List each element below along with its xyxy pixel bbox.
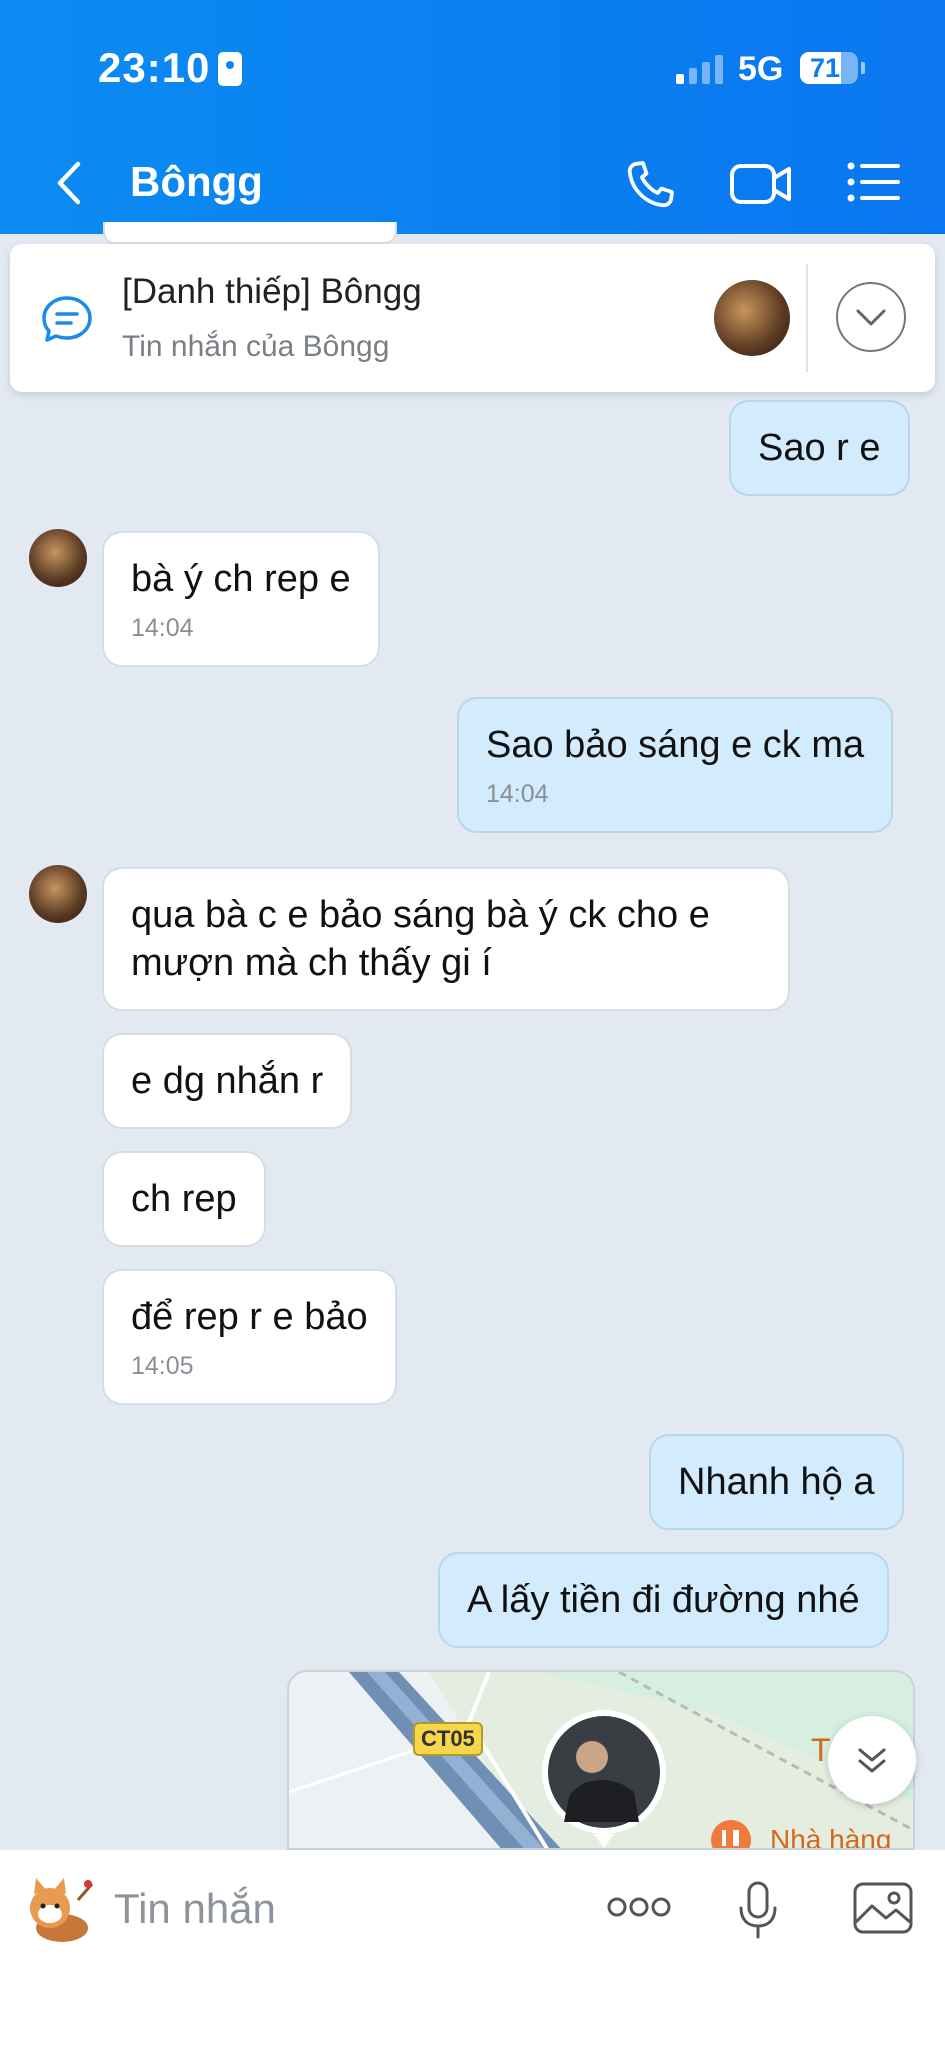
message-bubble-incoming[interactable]: để rep r e bảo 14:05 bbox=[102, 1269, 397, 1405]
double-chevron-down-icon bbox=[858, 1748, 886, 1773]
road-label: CT05 bbox=[413, 1722, 483, 1756]
message-bubble-incoming[interactable]: bà ý ch rep e 14:04 bbox=[102, 531, 380, 667]
send-image-button[interactable] bbox=[852, 1880, 914, 1936]
pinned-title: [Danh thiếp] Bôngg bbox=[122, 272, 422, 311]
message-text: e dg nhắn r bbox=[131, 1060, 324, 1102]
chat-bubble-icon bbox=[42, 296, 92, 342]
message-bubble-incoming[interactable]: ch rep bbox=[102, 1151, 266, 1247]
battery-indicator: 71 bbox=[800, 52, 858, 84]
back-button[interactable] bbox=[50, 158, 90, 208]
pinned-subtitle: Tin nhắn của Bôngg bbox=[122, 330, 390, 363]
divider bbox=[806, 264, 808, 372]
message-bubble-incoming[interactable]: qua bà c e bảo sáng bà ý ck cho e mượn m… bbox=[102, 867, 790, 1011]
voice-call-button[interactable] bbox=[620, 155, 680, 215]
list-menu-icon bbox=[847, 162, 900, 202]
contact-name[interactable]: Bôngg bbox=[130, 158, 263, 206]
back-icon bbox=[57, 161, 81, 205]
message-text: ch rep bbox=[131, 1178, 237, 1220]
message-time: 14:04 bbox=[131, 614, 194, 642]
video-call-button[interactable] bbox=[728, 158, 794, 210]
status-time: 23:10 bbox=[98, 44, 211, 91]
chevron-down-icon bbox=[856, 309, 886, 326]
message-bubble-outgoing[interactable]: Sao bảo sáng e ck ma 14:04 bbox=[457, 697, 894, 833]
microphone-icon bbox=[739, 1881, 777, 1939]
voice-message-button[interactable] bbox=[736, 1880, 780, 1940]
battery-level: 71 bbox=[809, 53, 841, 83]
message-text: A lấy tiền đi đường nhé bbox=[467, 1579, 860, 1621]
message-text: để rep r e bảo bbox=[131, 1296, 368, 1338]
message-text: Nhanh hộ a bbox=[678, 1461, 875, 1503]
message-input[interactable] bbox=[112, 1878, 536, 1940]
more-dots-icon bbox=[607, 1897, 671, 1917]
message-bubble-incoming[interactable]: e dg nhắn r bbox=[102, 1033, 353, 1129]
chat-header: 23:10 5G 71 Bôngg bbox=[0, 0, 945, 234]
phone-icon bbox=[627, 161, 674, 208]
expand-pinned-button[interactable] bbox=[836, 282, 906, 352]
image-icon bbox=[853, 1882, 913, 1934]
pinned-chat-icon-wrap bbox=[40, 294, 94, 344]
previous-message-edge bbox=[103, 222, 397, 244]
message-bubble-outgoing[interactable]: Nhanh hộ a bbox=[649, 1434, 904, 1530]
message-time: 14:05 bbox=[131, 1352, 194, 1380]
message-bubble-outgoing[interactable]: A lấy tiền đi đường nhé bbox=[438, 1552, 889, 1648]
sticker-button[interactable] bbox=[16, 1870, 96, 1950]
message-text: Sao bảo sáng e ck ma bbox=[486, 724, 865, 766]
scroll-to-bottom-button[interactable] bbox=[828, 1716, 916, 1804]
message-text: Sao r e bbox=[758, 427, 881, 469]
video-call-icon bbox=[730, 164, 791, 204]
message-bubble-outgoing[interactable]: Sao r e bbox=[729, 400, 910, 496]
sticker-icon bbox=[30, 1878, 94, 1942]
contact-card-icon bbox=[218, 52, 242, 86]
battery-tip bbox=[861, 62, 865, 74]
signal-icon bbox=[676, 54, 724, 84]
more-options-button[interactable] bbox=[606, 1890, 672, 1924]
location-map-message[interactable]: CT05 T Nhà hàng bbox=[287, 1670, 915, 1850]
message-time: 14:04 bbox=[486, 780, 549, 808]
place-label: Nhà hàng bbox=[770, 1824, 892, 1850]
network-type: 5G bbox=[738, 50, 784, 88]
avatar[interactable] bbox=[29, 529, 87, 587]
pinned-message-banner[interactable]: [Danh thiếp] Bôngg Tin nhắn của Bôngg bbox=[10, 244, 935, 392]
avatar bbox=[714, 280, 790, 356]
message-text: qua bà c e bảo sáng bà ý ck cho e mượn m… bbox=[131, 894, 710, 984]
message-text: bà ý ch rep e bbox=[131, 558, 351, 600]
avatar[interactable] bbox=[29, 865, 87, 923]
options-button[interactable] bbox=[846, 160, 902, 204]
